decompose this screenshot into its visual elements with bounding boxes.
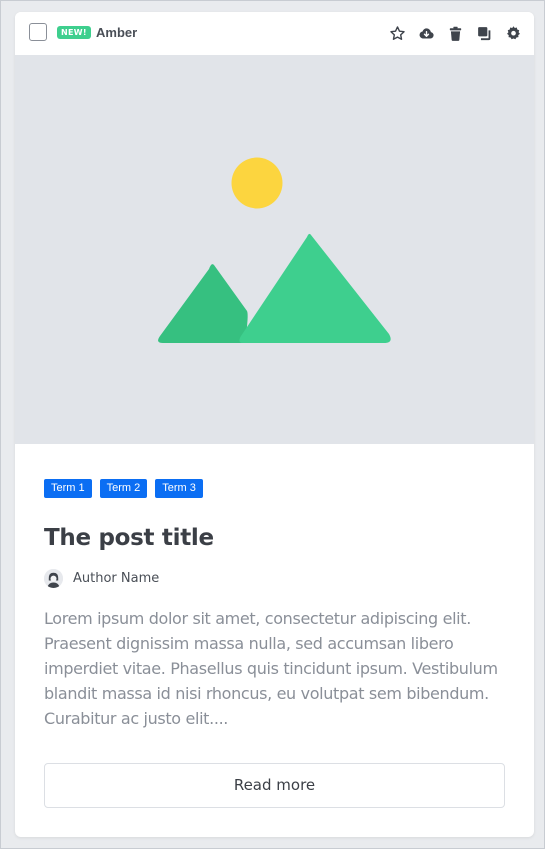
author-name[interactable]: Author Name [73, 569, 159, 588]
new-badge: NEW! [57, 26, 91, 39]
card-toolbar: NEW! Amber [15, 12, 534, 55]
star-icon[interactable] [388, 24, 406, 42]
preview-frame: NEW! Amber Term 1 Term 2 Term 3 The post… [0, 0, 545, 849]
copy-icon[interactable] [475, 24, 493, 42]
avatar-icon [44, 569, 63, 588]
cloud-download-icon[interactable] [417, 24, 435, 42]
gear-icon[interactable] [504, 24, 522, 42]
term-tag[interactable]: Term 1 [44, 479, 92, 498]
trash-icon[interactable] [446, 24, 464, 42]
post-terms: Term 1 Term 2 Term 3 [44, 479, 203, 498]
select-checkbox[interactable] [29, 23, 47, 41]
post-card: NEW! Amber Term 1 Term 2 Term 3 The post… [15, 12, 534, 837]
read-more-button[interactable]: Read more [44, 763, 505, 808]
image-placeholder-icon [158, 157, 391, 343]
post-excerpt: Lorem ipsum dolor sit amet, consectetur … [44, 609, 498, 728]
post-author: Author Name [44, 569, 159, 588]
term-tag[interactable]: Term 3 [155, 479, 203, 498]
post-title[interactable]: The post title [44, 522, 214, 554]
theme-name: Amber [96, 25, 138, 40]
featured-image-placeholder [15, 55, 534, 444]
term-tag[interactable]: Term 2 [99, 479, 148, 498]
